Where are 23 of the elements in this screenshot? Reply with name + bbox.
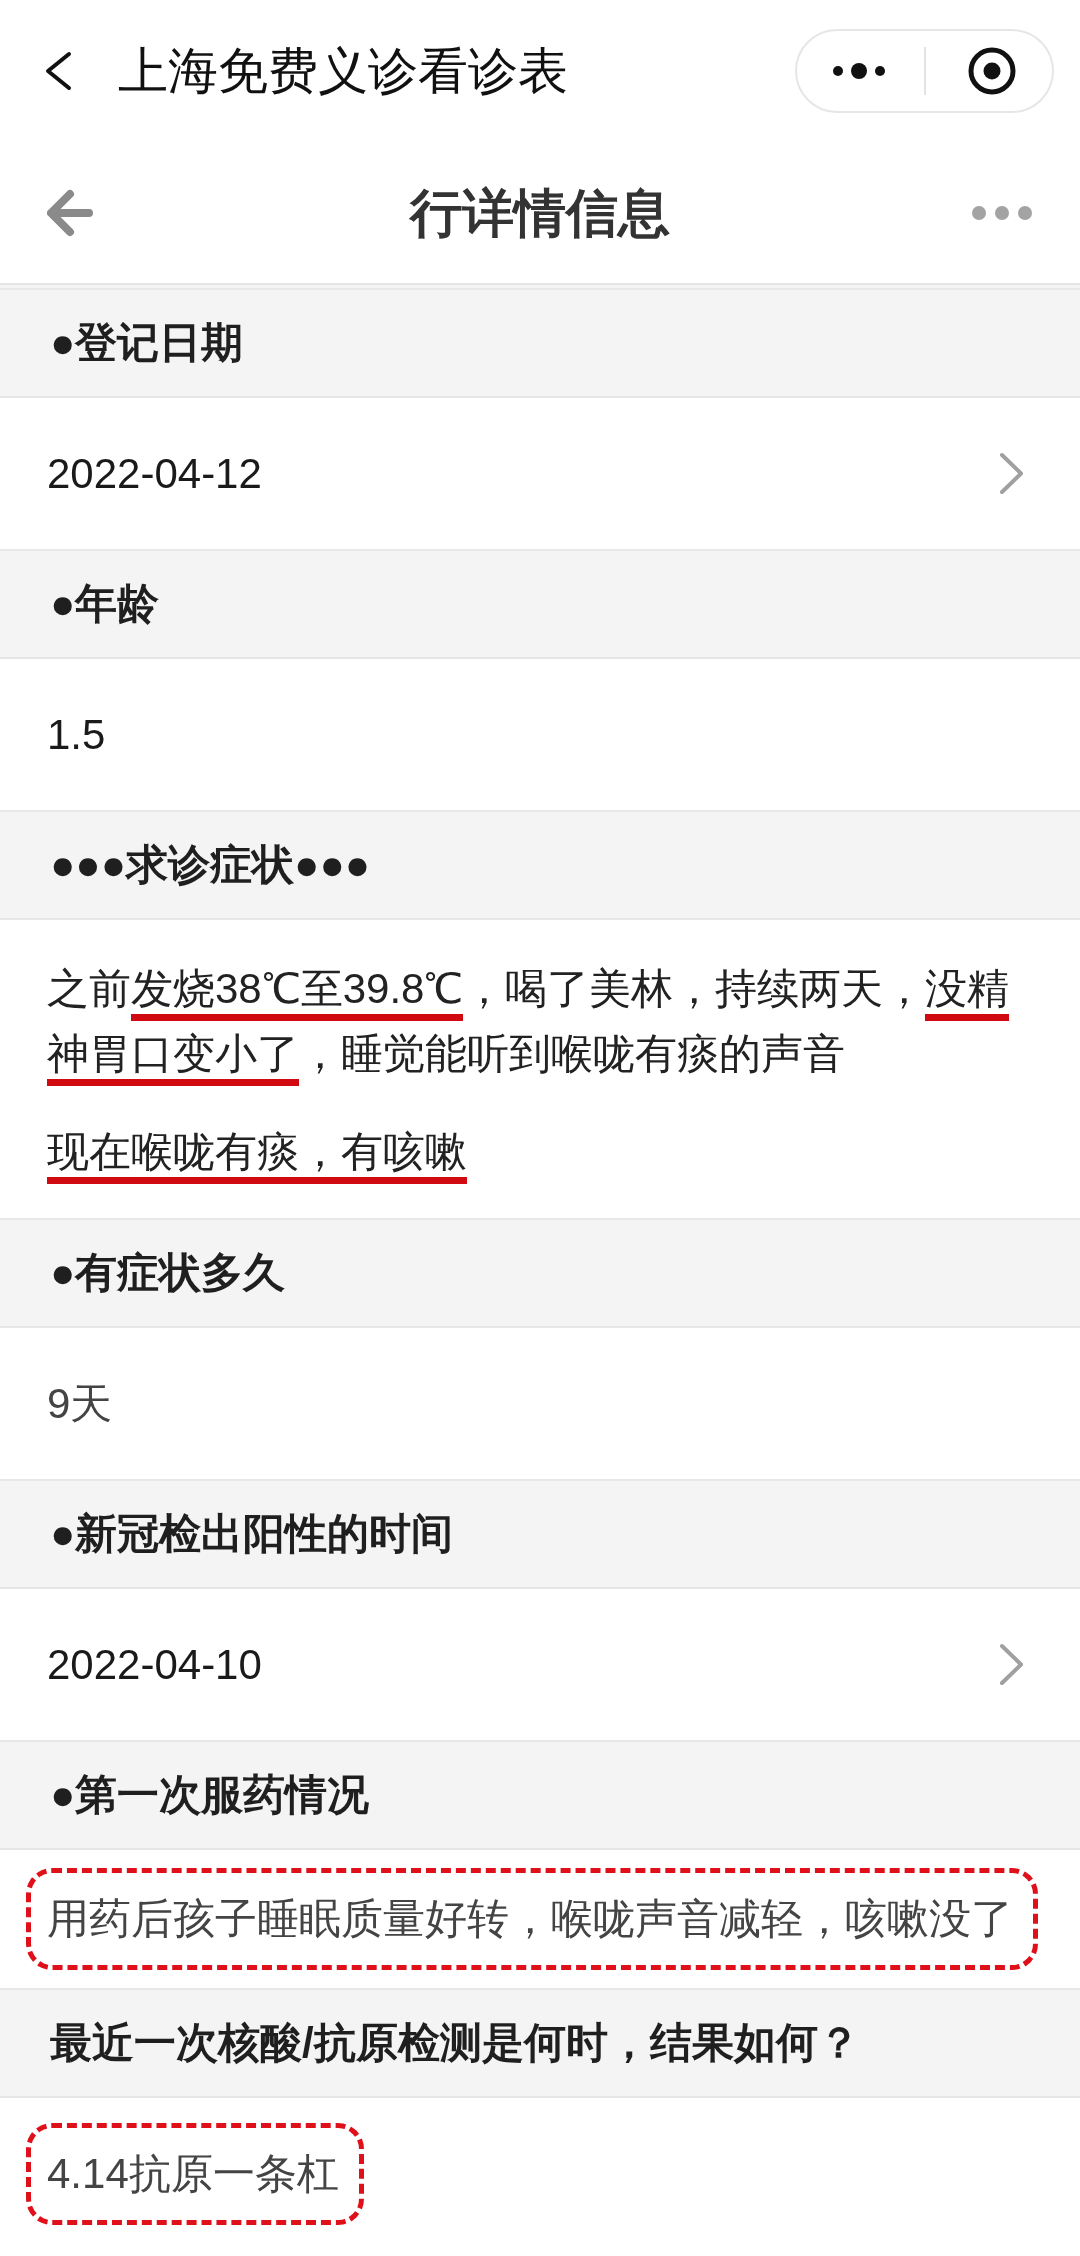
answer-text: 2022-04-10 [47, 1639, 263, 1690]
back-arrow-icon[interactable] [47, 188, 93, 237]
answer-text: 用药后孩子睡眠质量好转，喉咙声音减轻，咳嗽没了 [47, 1894, 1013, 1944]
answer-text: 1.5 [47, 709, 107, 760]
field-label: ●新冠检出阳性的时间 [50, 1509, 454, 1559]
field-label: 最近一次核酸/抗原检测是何时，结果如何？ [50, 2018, 860, 2068]
chevron-icon [999, 1643, 1024, 1686]
answer-text: 2022-04-12 [47, 448, 263, 499]
field-label: ●登记日期 [50, 318, 244, 368]
more-icon[interactable] [833, 63, 885, 79]
answer-text: 9天 [47, 1378, 114, 1429]
field-label: ●●●求诊症状●●● [50, 840, 371, 890]
field-label: ●有症状多久 [50, 1248, 286, 1298]
target-icon[interactable] [968, 47, 1016, 95]
answer-text: 4.14抗原一条杠 [47, 2149, 339, 2199]
chevron-icon [999, 452, 1024, 495]
field-label: ●第一次服药情况 [50, 1770, 370, 1820]
header-title: 行详情信息 [409, 182, 670, 244]
answer-text: 现在喉咙有痰，有咳嗽 [47, 1119, 1032, 1184]
answer-text: 之前发烧38℃至39.8℃，喝了美林，持续两天，没精神胃口变小了，睡觉能听到喉咙有痰的声音 [47, 956, 1032, 1086]
page-title: 上海免费义诊看诊表 [118, 42, 568, 101]
field-label: ●年龄 [50, 579, 160, 629]
back-icon[interactable] [44, 51, 72, 91]
